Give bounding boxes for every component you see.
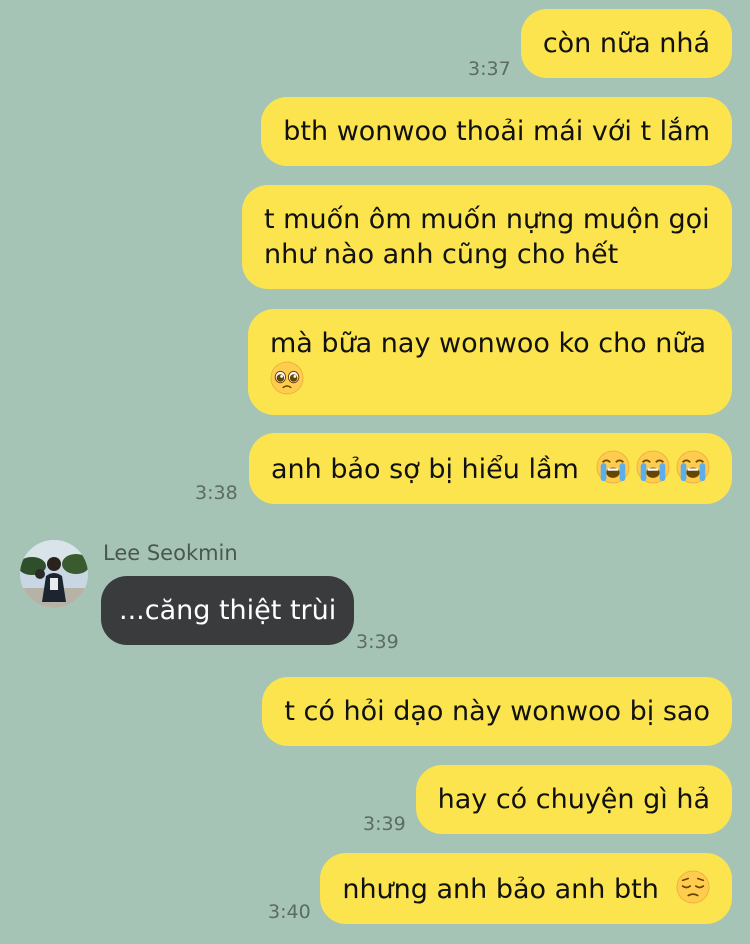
crying-face-emoji-icon [596,450,630,484]
message-bubble-outgoing[interactable]: t có hỏi dạo này wonwoo bị sao [262,677,732,746]
message-text: t muốn ôm muốn nựng muộn gọi như nào anh… [264,204,710,270]
avatar-photo-icon [20,540,88,608]
message-text: t có hỏi dạo này wonwoo bị sao [284,696,710,727]
message-text: hay có chuyện gì hả [437,784,710,815]
crying-face-emoji-icon [636,450,670,484]
message-timestamp: 3:37 [468,58,511,80]
avatar[interactable] [20,540,88,608]
pleading-face-emoji-icon [270,361,304,395]
message-bubble-outgoing[interactable]: bth wonwoo thoải mái với t lắm [261,97,732,166]
message-text: ...căng thiệt trùi [119,595,337,626]
message-timestamp: 3:38 [195,482,238,504]
message-bubble-outgoing[interactable]: t muốn ôm muốn nựng muộn gọi như nào anh… [242,185,732,289]
message-bubble-outgoing[interactable]: còn nữa nhá [520,9,732,78]
message-bubble-incoming[interactable]: ...căng thiệt trùi [101,576,355,645]
crying-face-emoji-icon [676,450,710,484]
message-bubble-outgoing[interactable]: hay có chuyện gì hả [415,765,732,834]
message-bubble-outgoing[interactable]: nhưng anh bảo anh bth [320,853,732,924]
message-bubble-outgoing[interactable]: mà bữa nay wonwoo ko cho nữa [248,309,732,415]
sender-name: Lee Seokmin [103,541,238,565]
message-text: bth wonwoo thoải mái với t lắm [283,116,710,147]
message-timestamp: 3:39 [356,631,399,653]
message-text: anh bảo sợ bị hiểu lầm [271,454,579,485]
message-timestamp: 3:40 [268,901,311,923]
pensive-face-emoji-icon [676,870,710,904]
message-text: mà bữa nay wonwoo ko cho nữa [270,328,707,359]
message-bubble-outgoing[interactable]: anh bảo sợ bị hiểu lầm [249,433,732,504]
message-text: nhưng anh bảo anh bth [342,874,659,905]
message-timestamp: 3:39 [363,813,406,835]
message-text: còn nữa nhá [542,28,710,59]
